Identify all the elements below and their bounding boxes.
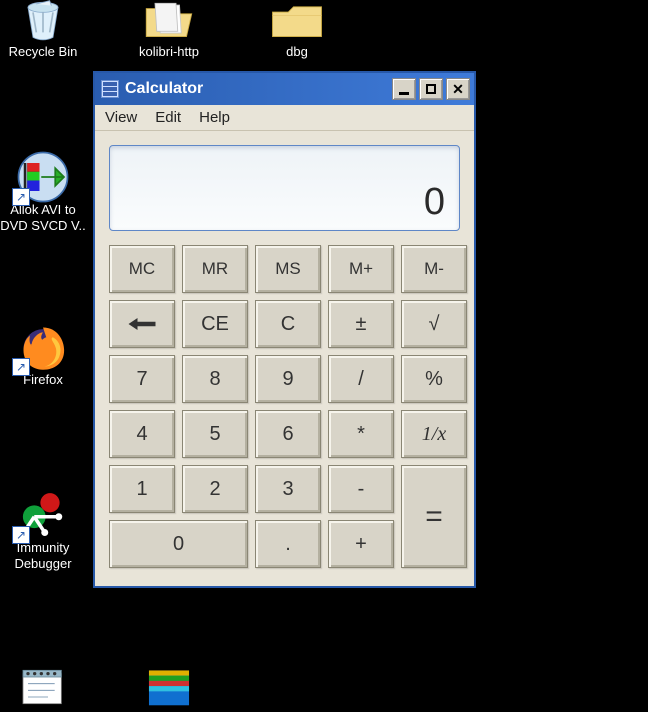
key-8[interactable]: 8 bbox=[182, 355, 248, 403]
key-equals[interactable]: = bbox=[401, 465, 467, 568]
close-button[interactable]: ✕ bbox=[446, 78, 470, 100]
keypad: MC MR MS M+ M- CE C ± √ 7 8 9 / % 4 5 6 … bbox=[109, 245, 460, 568]
desktop-dbg[interactable]: dbg bbox=[254, 0, 340, 60]
key-6[interactable]: 6 bbox=[255, 410, 321, 458]
minimize-button[interactable] bbox=[392, 78, 416, 100]
key-ce[interactable]: CE bbox=[182, 300, 248, 348]
key-divide[interactable]: / bbox=[328, 355, 394, 403]
desktop-label: dbg bbox=[254, 44, 340, 60]
key-c[interactable]: C bbox=[255, 300, 321, 348]
backspace-arrow-icon bbox=[127, 316, 157, 332]
titlebar[interactable]: Calculator ✕ bbox=[95, 73, 474, 105]
key-decimal[interactable]: . bbox=[255, 520, 321, 568]
key-backspace[interactable] bbox=[109, 300, 175, 348]
shortcut-arrow-icon: ↗ bbox=[12, 526, 30, 544]
key-0[interactable]: 0 bbox=[109, 520, 248, 568]
key-3[interactable]: 3 bbox=[255, 465, 321, 513]
calculator-window: Calculator ✕ View Edit Help 0 MC MR MS M… bbox=[93, 71, 476, 588]
desktop-item-partial-1[interactable] bbox=[0, 664, 86, 712]
desktop-label: Recycle Bin bbox=[0, 44, 86, 60]
desktop-immunity[interactable]: ↗ Immunity Debugger bbox=[0, 492, 86, 571]
maximize-button[interactable] bbox=[419, 78, 443, 100]
key-plus[interactable]: + bbox=[328, 520, 394, 568]
shortcut-arrow-icon: ↗ bbox=[12, 188, 30, 206]
key-mc[interactable]: MC bbox=[109, 245, 175, 293]
menubar: View Edit Help bbox=[95, 105, 474, 131]
desktop-label: Allok AVI to DVD SVCD V.. bbox=[0, 202, 86, 233]
recycle-bin-icon bbox=[11, 0, 75, 42]
calculator-body: 0 MC MR MS M+ M- CE C ± √ 7 8 9 / % 4 5 bbox=[95, 131, 474, 586]
calculator-app-icon bbox=[101, 80, 119, 98]
key-mminus[interactable]: M- bbox=[401, 245, 467, 293]
color-strip-icon bbox=[137, 664, 201, 710]
key-sqrt[interactable]: √ bbox=[401, 300, 467, 348]
menu-view[interactable]: View bbox=[105, 109, 137, 126]
desktop-label: Immunity Debugger bbox=[0, 540, 86, 571]
key-mplus[interactable]: M+ bbox=[328, 245, 394, 293]
key-reciprocal[interactable]: 1/x bbox=[401, 410, 467, 458]
shortcut-arrow-icon: ↗ bbox=[12, 358, 30, 376]
desktop-label: kolibri-http bbox=[126, 44, 212, 60]
desktop-firefox[interactable]: ↗ Firefox bbox=[0, 324, 86, 388]
key-mr[interactable]: MR bbox=[182, 245, 248, 293]
menu-help[interactable]: Help bbox=[199, 109, 230, 126]
folder-open-icon bbox=[137, 0, 201, 42]
reciprocal-label: 1/x bbox=[422, 423, 446, 446]
key-7[interactable]: 7 bbox=[109, 355, 175, 403]
notepad-icon bbox=[11, 664, 75, 710]
key-multiply[interactable]: * bbox=[328, 410, 394, 458]
key-ms[interactable]: MS bbox=[255, 245, 321, 293]
key-percent[interactable]: % bbox=[401, 355, 467, 403]
close-icon: ✕ bbox=[452, 81, 464, 98]
desktop-recycle-bin[interactable]: Recycle Bin bbox=[0, 0, 86, 60]
folder-icon bbox=[265, 0, 329, 42]
menu-edit[interactable]: Edit bbox=[155, 109, 181, 126]
desktop-kolibri[interactable]: kolibri-http bbox=[126, 0, 212, 60]
key-minus[interactable]: - bbox=[328, 465, 394, 513]
maximize-icon bbox=[426, 84, 436, 94]
desktop-allok[interactable]: ↗ Allok AVI to DVD SVCD V.. bbox=[0, 154, 86, 233]
minimize-icon bbox=[399, 92, 409, 95]
display: 0 bbox=[109, 145, 460, 231]
window-title: Calculator bbox=[125, 80, 392, 98]
key-4[interactable]: 4 bbox=[109, 410, 175, 458]
key-2[interactable]: 2 bbox=[182, 465, 248, 513]
key-9[interactable]: 9 bbox=[255, 355, 321, 403]
key-5[interactable]: 5 bbox=[182, 410, 248, 458]
key-plusminus[interactable]: ± bbox=[328, 300, 394, 348]
key-1[interactable]: 1 bbox=[109, 465, 175, 513]
desktop-item-partial-2[interactable] bbox=[126, 664, 212, 712]
